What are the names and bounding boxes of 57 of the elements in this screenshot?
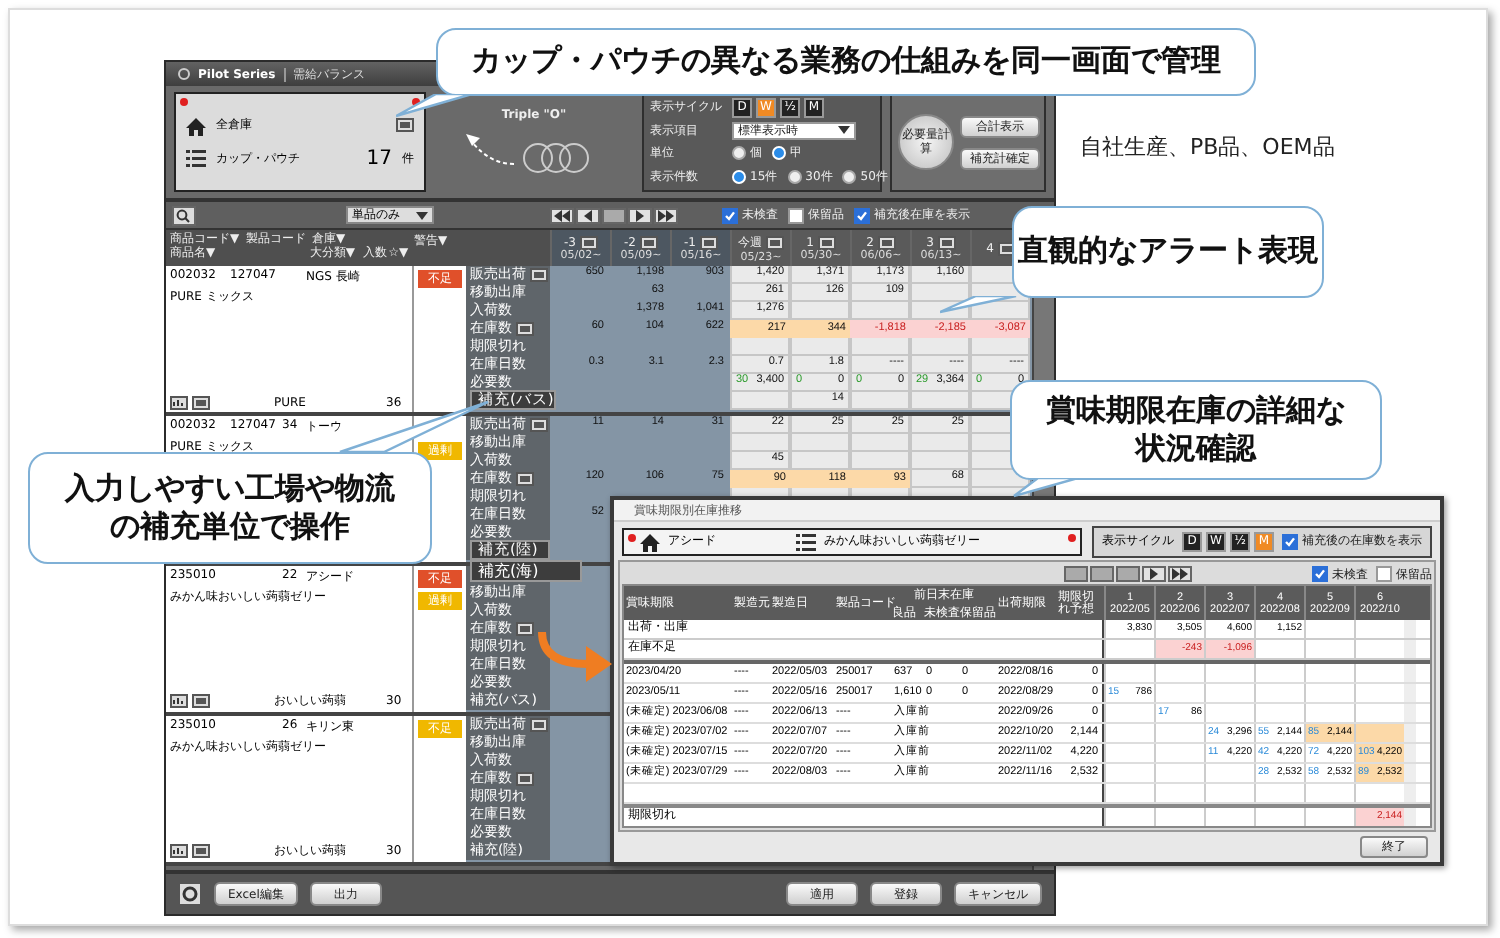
window-icon[interactable] [396, 118, 414, 132]
checkbox[interactable] [1376, 566, 1392, 582]
table-icon[interactable] [192, 694, 210, 708]
radio-button[interactable] [732, 146, 746, 161]
callout-text: カップ・パウチの異なる業務の仕組みを同一画面で管理 [471, 42, 1221, 82]
settings-icon[interactable] [178, 882, 202, 906]
chart-icon[interactable] [170, 844, 188, 858]
checkbox[interactable] [854, 207, 870, 223]
list-icon [796, 531, 816, 551]
callout-text: 入力しやすい工場や物流の補充単位で操作 [62, 469, 397, 547]
expand-icon[interactable] [516, 622, 534, 636]
expand-icon[interactable] [530, 418, 548, 432]
callout-text: 賞味期限在庫の詳細な状況確認 [1044, 391, 1348, 469]
next-button[interactable] [1142, 566, 1166, 582]
chart-icon[interactable] [170, 694, 188, 708]
corner-dot [180, 98, 188, 106]
list-icon [186, 148, 206, 168]
expand-icon[interactable] [639, 235, 658, 249]
table-icon[interactable] [192, 844, 210, 858]
checkbox[interactable] [1312, 566, 1328, 582]
corner-dot [1068, 533, 1076, 541]
expand-icon[interactable] [516, 472, 534, 486]
home-icon [186, 115, 206, 135]
previous-button[interactable] [576, 207, 600, 223]
double-right-button[interactable] [654, 207, 678, 223]
double-left-button[interactable] [550, 207, 574, 223]
expand-icon[interactable] [766, 235, 784, 249]
chart-icon[interactable] [170, 396, 188, 410]
caret-icon [838, 126, 850, 135]
radio-button[interactable] [787, 169, 802, 184]
corner-dot [628, 533, 636, 541]
expand-icon[interactable] [817, 235, 836, 249]
callout-text: 直観的なアラート表現 [1018, 232, 1318, 272]
expand-icon[interactable] [530, 718, 548, 732]
app-icon [178, 68, 190, 80]
caret-icon [416, 211, 428, 219]
checkbox[interactable] [722, 207, 738, 223]
expand-icon[interactable] [877, 235, 896, 249]
menu-item[interactable]: 補充(海) [472, 562, 580, 580]
curved-arrow [536, 628, 616, 684]
checkbox[interactable] [1282, 533, 1298, 549]
expand-icon[interactable] [579, 235, 598, 249]
radio-button[interactable] [842, 169, 857, 184]
product-types-note: 自社生産、PB品、OEM品 [1080, 132, 1335, 162]
expand-icon[interactable] [997, 241, 1016, 255]
checkbox[interactable] [788, 207, 804, 223]
callout-pointer [940, 296, 1020, 314]
expand-icon[interactable] [937, 235, 956, 249]
expand-icon[interactable] [530, 268, 548, 282]
item-count: 17 [366, 147, 392, 169]
expand-icon[interactable] [516, 772, 534, 786]
search-icon[interactable] [172, 205, 196, 225]
next-button[interactable] [628, 207, 652, 223]
table-icon[interactable] [192, 396, 210, 410]
expand-icon[interactable] [516, 322, 534, 336]
expand-icon[interactable] [699, 235, 718, 249]
double-right-button[interactable] [1168, 566, 1192, 582]
